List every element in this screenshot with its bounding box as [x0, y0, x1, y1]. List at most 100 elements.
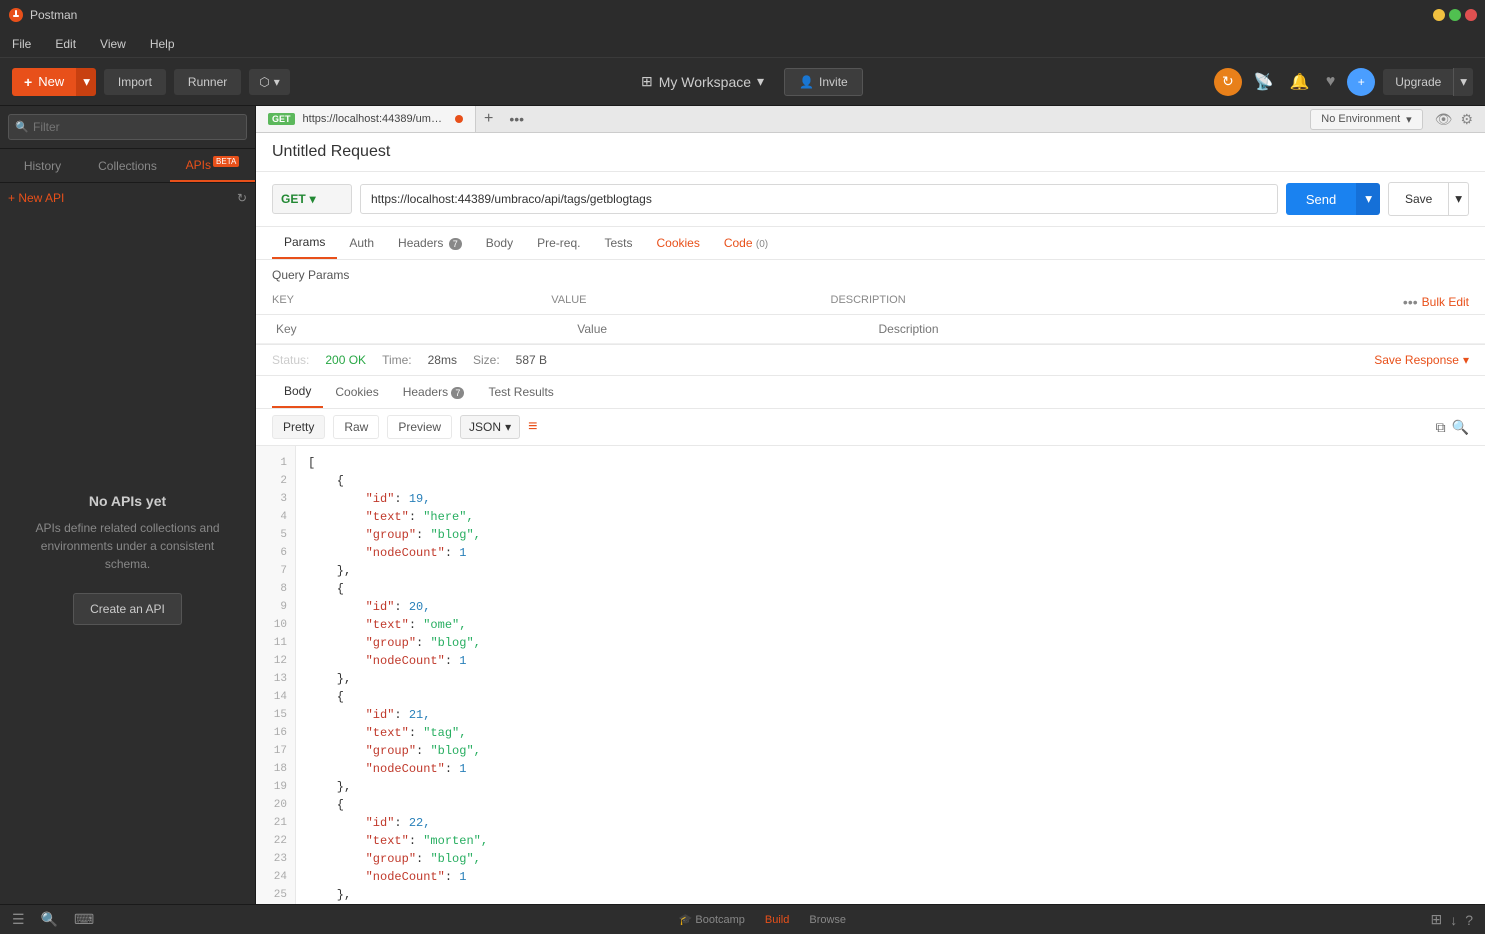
- tab-add-button[interactable]: +: [476, 106, 501, 132]
- menu-view[interactable]: View: [96, 35, 130, 53]
- resp-tab-headers[interactable]: Headers 7: [391, 376, 477, 408]
- menu-help[interactable]: Help: [146, 35, 179, 53]
- workspace-button[interactable]: ⊞ My Workspace ▾: [641, 73, 764, 90]
- eye-icon-btn[interactable]: 👁: [1431, 107, 1457, 132]
- search-bottom-button[interactable]: 🔍: [41, 911, 58, 928]
- keyboard-shortcut-button[interactable]: ⌨: [74, 911, 94, 928]
- workspace-center: ⊞ My Workspace ▾ 👤 Invite: [298, 68, 1206, 96]
- tab-bar-right: No Environment ▾ 👁 ⚙: [1310, 107, 1485, 132]
- format-select[interactable]: JSON ▾: [460, 415, 520, 439]
- params-empty-row: [256, 315, 1485, 344]
- close-button[interactable]: ✕: [1465, 9, 1477, 21]
- workspace-label: My Workspace: [659, 74, 751, 90]
- col-desc-header: DESCRIPTION: [831, 294, 1390, 310]
- tab-apis[interactable]: APIsBETA: [170, 149, 255, 182]
- bulk-edit-button[interactable]: Bulk Edit: [1422, 295, 1469, 309]
- send-dropdown-button[interactable]: ▾: [1356, 183, 1380, 215]
- req-tab-tests[interactable]: Tests: [592, 227, 644, 259]
- url-input[interactable]: [360, 184, 1278, 214]
- save-button[interactable]: Save: [1388, 182, 1449, 216]
- help-icon-btn[interactable]: ?: [1465, 912, 1473, 928]
- save-dropdown-button[interactable]: ▾: [1449, 182, 1469, 216]
- interceptor-dropdown-icon: ▾: [274, 75, 280, 89]
- upgrade-button[interactable]: Upgrade: [1383, 69, 1453, 95]
- preview-button[interactable]: Preview: [387, 415, 452, 439]
- filter-icon-button[interactable]: ≡: [528, 418, 537, 436]
- menu-edit[interactable]: Edit: [51, 35, 80, 53]
- params-more-button[interactable]: •••: [1403, 294, 1418, 310]
- request-tab[interactable]: GET https://localhost:44389/umbrac...: [256, 106, 476, 132]
- req-tab-headers[interactable]: Headers 7: [386, 227, 474, 259]
- layout-icon-btn[interactable]: ⊞: [1430, 911, 1442, 928]
- toolbar-right: ↻ 📡 🔔 ♥ + Upgrade ▾: [1214, 68, 1473, 96]
- request-panel: Untitled Request GET ▾ Send ▾ Save ▾: [256, 133, 1485, 904]
- search-response-button[interactable]: 🔍: [1452, 419, 1469, 436]
- req-tab-prereq[interactable]: Pre-req.: [525, 227, 592, 259]
- bootcamp-label: Bootcamp: [695, 914, 745, 926]
- request-title-bar: Untitled Request: [256, 133, 1485, 172]
- notification-icon-btn[interactable]: 🔔: [1286, 68, 1314, 96]
- person-icon: 👤: [799, 75, 814, 89]
- apis-label: APIs: [186, 158, 211, 172]
- download-icon-btn[interactable]: ↓: [1450, 912, 1457, 928]
- tab-history[interactable]: History: [0, 149, 85, 182]
- menu-file[interactable]: File: [8, 35, 35, 53]
- resp-tab-body[interactable]: Body: [272, 376, 323, 408]
- sidebar-search-area: 🔍: [0, 106, 255, 149]
- resp-tab-test-results[interactable]: Test Results: [476, 376, 565, 408]
- bootcamp-tab[interactable]: 🎓 Bootcamp: [671, 911, 753, 928]
- pretty-button[interactable]: Pretty: [272, 415, 325, 439]
- value-input[interactable]: [573, 319, 874, 339]
- interceptor-button[interactable]: ⬡ ▾: [249, 69, 290, 95]
- tab-more-button[interactable]: •••: [501, 107, 532, 131]
- filter-input[interactable]: [8, 114, 247, 140]
- send-button[interactable]: Send: [1286, 183, 1356, 215]
- raw-button[interactable]: Raw: [333, 415, 379, 439]
- save-response-button[interactable]: Save Response ▾: [1374, 353, 1469, 367]
- resp-toolbar-right: ⧉ 🔍: [1436, 419, 1469, 436]
- tab-collections[interactable]: Collections: [85, 149, 170, 182]
- format-dropdown-icon: ▾: [505, 420, 511, 434]
- copy-button[interactable]: ⧉: [1436, 419, 1446, 436]
- new-dropdown-button[interactable]: ▾: [76, 68, 96, 96]
- tab-bar: GET https://localhost:44389/umbrac... + …: [256, 106, 1485, 133]
- invite-button[interactable]: 👤 Invite: [784, 68, 863, 96]
- col-actions-header: ••• Bulk Edit: [1389, 294, 1469, 310]
- resp-tab-cookies[interactable]: Cookies: [323, 376, 390, 408]
- settings-icon-btn[interactable]: ⚙: [1456, 107, 1477, 132]
- sync-icon[interactable]: ↻: [1214, 68, 1242, 96]
- req-tab-code[interactable]: Code (0): [712, 227, 780, 259]
- method-select[interactable]: GET ▾: [272, 184, 352, 214]
- minimize-button[interactable]: ─: [1433, 9, 1445, 21]
- new-api-button[interactable]: + New API: [8, 191, 64, 205]
- key-input[interactable]: [272, 319, 573, 339]
- build-tab[interactable]: Build: [757, 912, 797, 928]
- headers-label: Headers: [398, 236, 443, 250]
- upgrade-dropdown-button[interactable]: ▾: [1453, 68, 1473, 96]
- import-button[interactable]: Import: [104, 69, 166, 95]
- search-wrapper: 🔍: [8, 114, 247, 140]
- response-body: Pretty Raw Preview JSON ▾ ≡ ⧉ 🔍: [256, 409, 1485, 904]
- response-status-bar: Status: 200 OK Time: 28ms Size: 587 B Sa…: [256, 345, 1485, 376]
- new-button[interactable]: + New: [12, 68, 76, 96]
- refresh-button[interactable]: ↻: [237, 191, 247, 205]
- user-avatar[interactable]: +: [1347, 68, 1375, 96]
- create-api-button[interactable]: Create an API: [73, 593, 182, 625]
- req-tab-cookies[interactable]: Cookies: [644, 227, 711, 259]
- req-tab-body[interactable]: Body: [474, 227, 525, 259]
- browse-tab[interactable]: Browse: [801, 912, 854, 928]
- runner-button[interactable]: Runner: [174, 69, 241, 95]
- maximize-button[interactable]: □: [1449, 9, 1461, 21]
- format-label: JSON: [469, 420, 501, 434]
- environment-select[interactable]: No Environment ▾: [1310, 109, 1422, 130]
- req-tab-auth[interactable]: Auth: [337, 227, 386, 259]
- bottom-right: ⊞ ↓ ?: [1430, 911, 1473, 928]
- satellite-icon-btn[interactable]: 📡: [1250, 68, 1278, 96]
- desc-input[interactable]: [875, 319, 1470, 339]
- req-tab-params[interactable]: Params: [272, 227, 337, 259]
- params-table-header: KEY VALUE DESCRIPTION ••• Bulk Edit: [256, 290, 1485, 315]
- plus-icon: +: [24, 74, 32, 90]
- sidebar-toggle-button[interactable]: ☰: [12, 911, 25, 928]
- heart-icon-btn[interactable]: ♥: [1322, 69, 1340, 95]
- time-value: 28ms: [428, 353, 457, 367]
